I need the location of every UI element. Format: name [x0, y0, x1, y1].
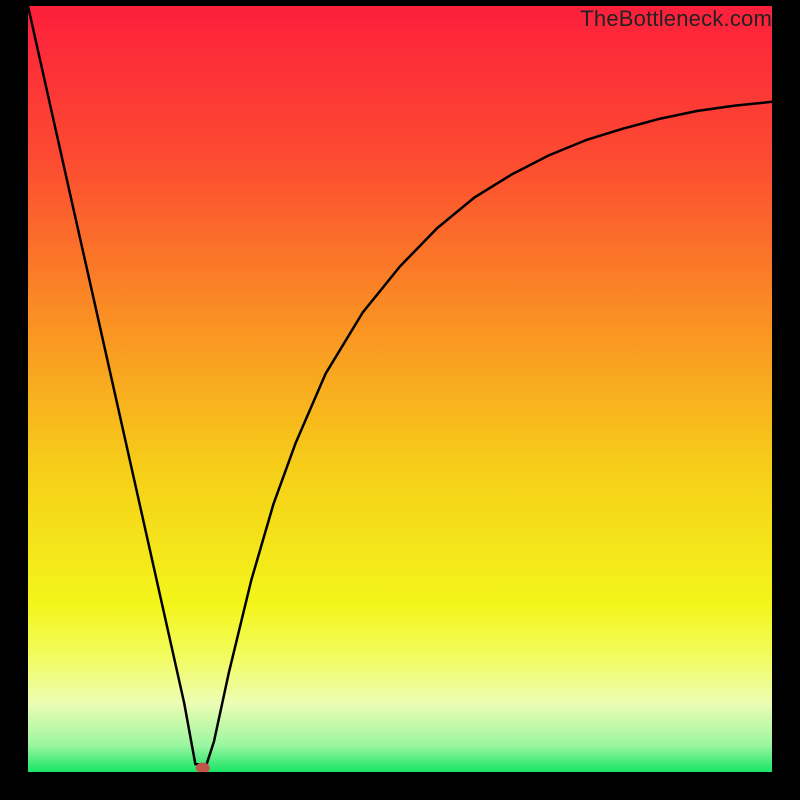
chart-frame: TheBottleneck.com — [0, 0, 800, 800]
bottleneck-chart-svg — [28, 6, 772, 772]
gradient-background — [28, 6, 772, 772]
plot-area — [28, 6, 772, 772]
